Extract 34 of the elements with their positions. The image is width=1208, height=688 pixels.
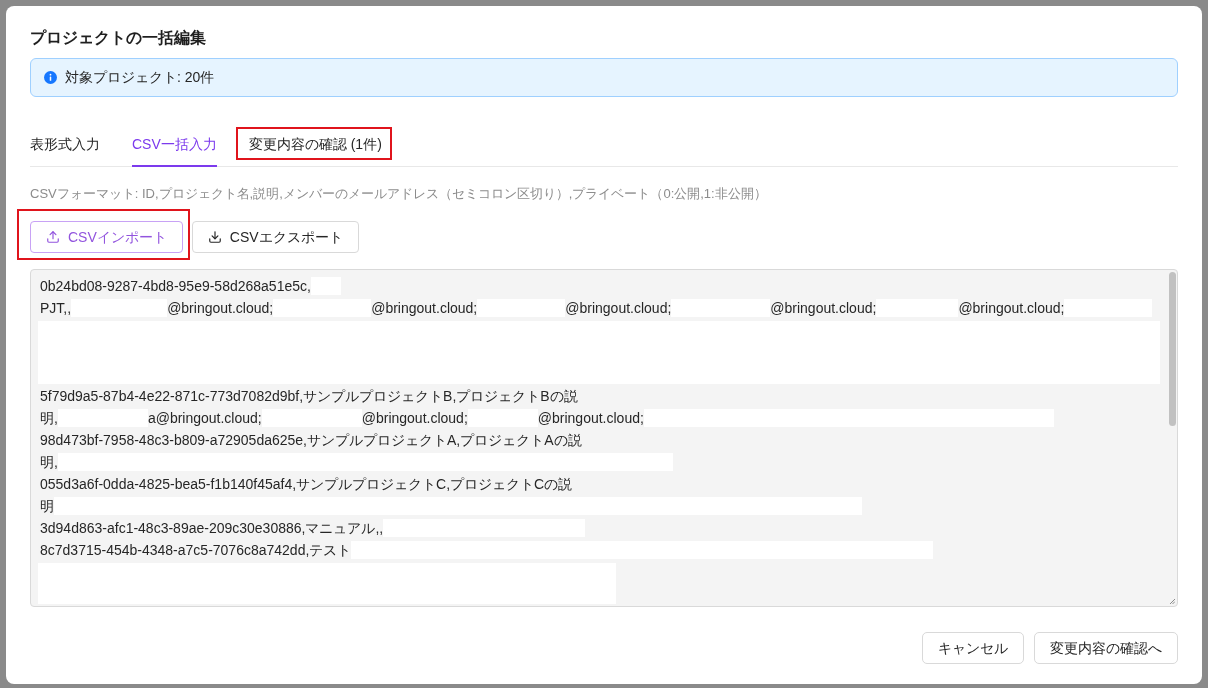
csv-text: @bringout.cloud; [770, 298, 877, 318]
csv-text: @bringout.cloud; [167, 298, 274, 318]
csv-text: PJT,, [40, 298, 72, 318]
upload-icon [46, 230, 60, 244]
tab[interactable]: CSV一括入力 [132, 123, 217, 167]
tab[interactable]: 表形式入力 [30, 123, 100, 167]
format-hint: CSVフォーマット: ID,プロジェクト名,説明,メンバーのメールアドレス（セミコロン区切り）,プライベート（0:公開,1:非公開） [30, 185, 768, 203]
csv-text: 98d473bf-7958-48c3-b809-a72905da625e,サンプルプロジェクトA,プロジェクトAの説 [40, 430, 582, 450]
export-button[interactable]: CSVエクスポート [191, 221, 359, 253]
info-icon [44, 71, 57, 84]
csv-text: 明 [40, 496, 54, 516]
cancel-button[interactable]: キャンセル [922, 632, 1024, 664]
csv-text: 3d94d863-afc1-48c3-89ae-209c30e30886,マニュアル,, [40, 518, 384, 538]
csv-text: @bringout.cloud; [565, 298, 672, 318]
csv-text: 明, [40, 408, 58, 428]
dialog-title: プロジェクトの一括編集 [30, 28, 207, 48]
scrollbar[interactable] [1169, 272, 1176, 426]
csv-text: @bringout.cloud; [958, 298, 1065, 318]
resize-grip-icon[interactable] [1170, 599, 1175, 604]
tab[interactable]: 変更内容の確認 (1件) [248, 123, 382, 167]
download-icon [207, 230, 222, 244]
csv-text: 055d3a6f-0dda-4825-bea5-f1b140f45af4,サンプルプロジェクトC,プロジェクトCの説 [40, 474, 573, 494]
confirm-button[interactable]: 変更内容の確認へ [1034, 632, 1178, 664]
csv-text: a@bringout.cloud; [147, 408, 262, 428]
csv-textarea[interactable] [30, 269, 1178, 607]
csv-text: @bringout.cloud; [361, 408, 468, 428]
alert-text: 対象プロジェクト: 20件 [65, 68, 215, 87]
csv-text: @bringout.cloud; [371, 298, 478, 318]
csv-text: @bringout.cloud; [537, 408, 644, 428]
csv-text: 8c7d3715-454b-4348-a7c5-7076c8a742dd,テスト [40, 540, 352, 560]
csv-text: 明, [40, 452, 58, 472]
import-button[interactable]: CSVインポート [30, 221, 183, 253]
csv-text: 5f79d9a5-87b4-4e22-871c-773d7082d9bf,サンプルプロジェクトB,プロジェクトBの説 [40, 386, 578, 406]
csv-text: 0b24bd08-9287-4bd8-95e9-58d268a51e5c, [40, 276, 311, 296]
